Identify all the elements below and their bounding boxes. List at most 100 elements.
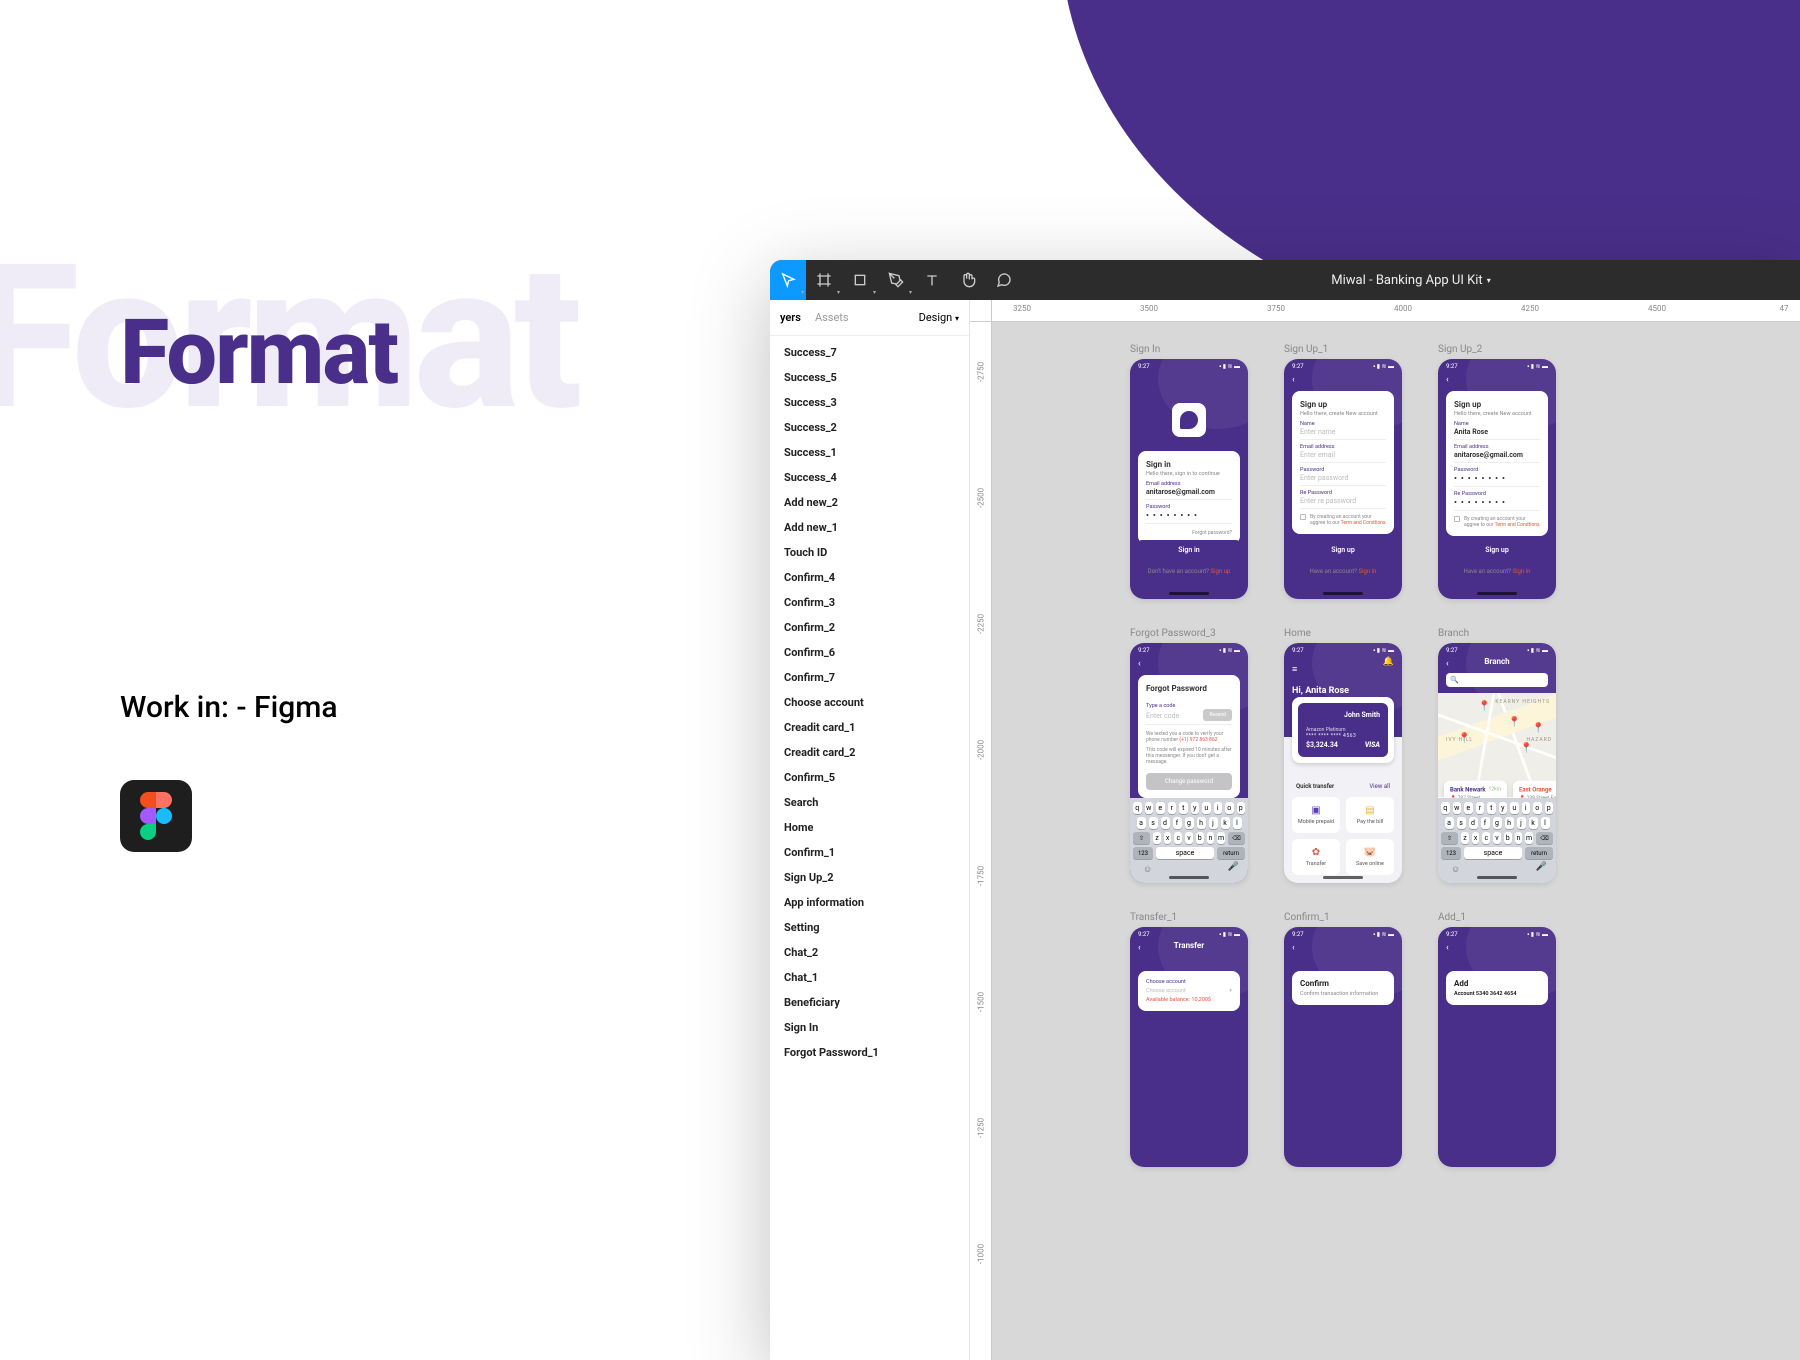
layer-item[interactable]: Setting — [770, 915, 969, 940]
view-all-link[interactable]: View all — [1369, 783, 1390, 790]
tab-layers[interactable]: yers — [780, 311, 801, 324]
back-icon[interactable]: ‹ — [1292, 943, 1295, 953]
map-pin-icon[interactable]: 📍 — [1532, 723, 1544, 734]
layer-item[interactable]: Chat_2 — [770, 940, 969, 965]
layer-item[interactable]: Add new_2 — [770, 490, 969, 515]
change-password-button[interactable]: Change password — [1146, 773, 1232, 790]
layer-item[interactable]: Success_2 — [770, 415, 969, 440]
figma-toolbar: ▾ ▾ ▾ ▾ Miwal - Banking App UI Kit▾ — [770, 260, 1800, 300]
shape-tool[interactable]: ▾ — [842, 260, 878, 300]
layer-item[interactable]: Sign Up_2 — [770, 865, 969, 890]
layer-item[interactable]: Confirm_3 — [770, 590, 969, 615]
screen-title: Branch — [1438, 657, 1556, 666]
resend-button[interactable]: Resend — [1203, 709, 1232, 721]
text-tool[interactable] — [914, 260, 950, 300]
frame-label: Forgot Password_3 — [1130, 628, 1248, 639]
layer-item[interactable]: Success_5 — [770, 365, 969, 390]
keyboard: qwertyuiopasdfghjkl⇧zxcvbnm⌫123spaceretu… — [1130, 798, 1248, 883]
layer-item[interactable]: Search — [770, 790, 969, 815]
canvas[interactable]: Sign In 9:27▪ ▮ ≋ ▬ Sign in Hello there,… — [992, 322, 1800, 1360]
frame-label: Transfer_1 — [1130, 912, 1248, 923]
ruler-vertical: -2750-2500-2250-2000-1750-1500-1250-1000 — [970, 322, 992, 1360]
canvas-area[interactable]: 32503500375040004250450047 -2750-2500-22… — [970, 300, 1800, 1360]
frame-forgot-password-3[interactable]: Forgot Password_3 9:27▪ ▮ ≋ ▬ ‹ Forgot P… — [1130, 628, 1248, 883]
figma-logo — [120, 780, 192, 852]
frame-transfer-1[interactable]: Transfer_1 9:27▪ ▮ ≋ ▬ ‹ Transfer Choose… — [1130, 912, 1248, 1167]
figma-window: ▾ ▾ ▾ ▾ Miwal - Banking App UI Kit▾ yers… — [770, 260, 1800, 1360]
layer-item[interactable]: Confirm_7 — [770, 665, 969, 690]
move-tool[interactable]: ▾ — [770, 260, 806, 300]
frame-tool[interactable]: ▾ — [806, 260, 842, 300]
layer-item[interactable]: Confirm_1 — [770, 840, 969, 865]
sign-up-button[interactable]: Sign up — [1446, 540, 1548, 560]
layer-item[interactable]: Home — [770, 815, 969, 840]
layer-item[interactable]: Success_7 — [770, 340, 969, 365]
layers-list: Success_7Success_5Success_3Success_2Succ… — [770, 336, 969, 1360]
search-icon: 🔍 — [1450, 676, 1459, 684]
frame-label: Branch — [1438, 628, 1556, 639]
sign-up-button[interactable]: Sign up — [1292, 540, 1394, 560]
back-icon[interactable]: ‹ — [1446, 375, 1449, 385]
comment-tool[interactable] — [986, 260, 1022, 300]
figma-icon — [140, 792, 172, 840]
greeting: Hi, Anita Rose — [1292, 686, 1394, 696]
screen-title: Transfer — [1130, 941, 1248, 950]
layer-item[interactable]: Confirm_5 — [770, 765, 969, 790]
frame-label: Sign Up_2 — [1438, 344, 1556, 355]
pen-tool[interactable]: ▾ — [878, 260, 914, 300]
frame-label: Sign Up_1 — [1284, 344, 1402, 355]
layer-item[interactable]: Beneficiary — [770, 990, 969, 1015]
frame-sign-up-2[interactable]: Sign Up_2 9:27▪ ▮ ≋ ▬ ‹ Sign up Hello th… — [1438, 344, 1556, 599]
tile-mobile-prepaid[interactable]: ▣Mobile prepaid — [1292, 797, 1340, 833]
back-icon[interactable]: ‹ — [1138, 659, 1141, 669]
frame-confirm-1[interactable]: Confirm_1 9:27▪ ▮ ≋ ▬ ‹ Confirm Confirm … — [1284, 912, 1402, 1167]
layer-item[interactable]: Confirm_2 — [770, 615, 969, 640]
layer-item[interactable]: Success_1 — [770, 440, 969, 465]
map-pin-icon[interactable]: 📍 — [1478, 701, 1490, 712]
back-icon[interactable]: ‹ — [1292, 375, 1295, 385]
visa-icon: VISA — [1365, 741, 1380, 749]
tab-assets[interactable]: Assets — [815, 311, 849, 324]
layer-item[interactable]: Add new_1 — [770, 515, 969, 540]
layer-item[interactable]: Chat_1 — [770, 965, 969, 990]
layer-item[interactable]: Touch ID — [770, 540, 969, 565]
left-panel-tabs: yers Assets Design ▾ — [770, 300, 969, 336]
sign-in-button[interactable]: Sign in — [1138, 540, 1240, 560]
tile-transfer[interactable]: ✿Transfer — [1292, 839, 1340, 875]
menu-icon[interactable]: ≡ — [1292, 665, 1297, 675]
frame-label: Home — [1284, 628, 1402, 639]
frame-home[interactable]: Home 9:27▪ ▮ ≋ ▬ ≡ 🔔 Hi, Anita Rose John… — [1284, 628, 1402, 883]
layer-item[interactable]: App information — [770, 890, 969, 915]
search-input[interactable]: 🔍 — [1446, 673, 1548, 687]
frame-sign-up-1[interactable]: Sign Up_1 9:27▪ ▮ ≋ ▬ ‹ Sign up Hello th… — [1284, 344, 1402, 599]
layer-item[interactable]: Forgot Password_1 — [770, 1040, 969, 1065]
credit-card[interactable]: John Smith Amazon Platinum **** **** ***… — [1292, 697, 1394, 763]
layer-item[interactable]: Creadit card_2 — [770, 740, 969, 765]
subtitle: Work in: - Figma — [120, 690, 338, 725]
layer-item[interactable]: Confirm_6 — [770, 640, 969, 665]
page-title: Format — [120, 300, 397, 405]
layer-item[interactable]: Confirm_4 — [770, 565, 969, 590]
map-pin-icon[interactable]: 📍 — [1458, 733, 1470, 744]
layer-item[interactable]: Success_3 — [770, 390, 969, 415]
doc-title[interactable]: Miwal - Banking App UI Kit▾ — [1022, 273, 1800, 288]
frame-label: Sign In — [1130, 344, 1248, 355]
layer-item[interactable]: Success_4 — [770, 465, 969, 490]
frame-branch[interactable]: Branch 9:27▪ ▮ ≋ ▬ ‹ Branch 🔍 KEARNY HEI… — [1438, 628, 1556, 883]
bell-icon[interactable]: 🔔 — [1383, 657, 1394, 667]
page-picker[interactable]: Design ▾ — [919, 311, 959, 324]
map-pin-icon[interactable]: 📍 — [1508, 717, 1520, 728]
layer-item[interactable]: Creadit card_1 — [770, 715, 969, 740]
back-icon[interactable]: ‹ — [1446, 943, 1449, 953]
left-panel: yers Assets Design ▾ Success_7Success_5S… — [770, 300, 970, 1360]
tile-pay-bill[interactable]: ▤Pay the bill — [1346, 797, 1394, 833]
hand-tool[interactable] — [950, 260, 986, 300]
tile-save-online[interactable]: 🐷Save online — [1346, 839, 1394, 875]
ruler-horizontal: 32503500375040004250450047 — [992, 300, 1800, 322]
frame-sign-in[interactable]: Sign In 9:27▪ ▮ ≋ ▬ Sign in Hello there,… — [1130, 344, 1248, 599]
layer-item[interactable]: Choose account — [770, 690, 969, 715]
layer-item[interactable]: Sign In — [770, 1015, 969, 1040]
keyboard: qwertyuiopasdfghjkl⇧zxcvbnm⌫123spaceretu… — [1438, 798, 1556, 883]
frame-add-1[interactable]: Add_1 9:27▪ ▮ ≋ ▬ ‹ Add Account 5340 364… — [1438, 912, 1556, 1167]
map-pin-icon[interactable]: 📍 — [1520, 743, 1532, 754]
